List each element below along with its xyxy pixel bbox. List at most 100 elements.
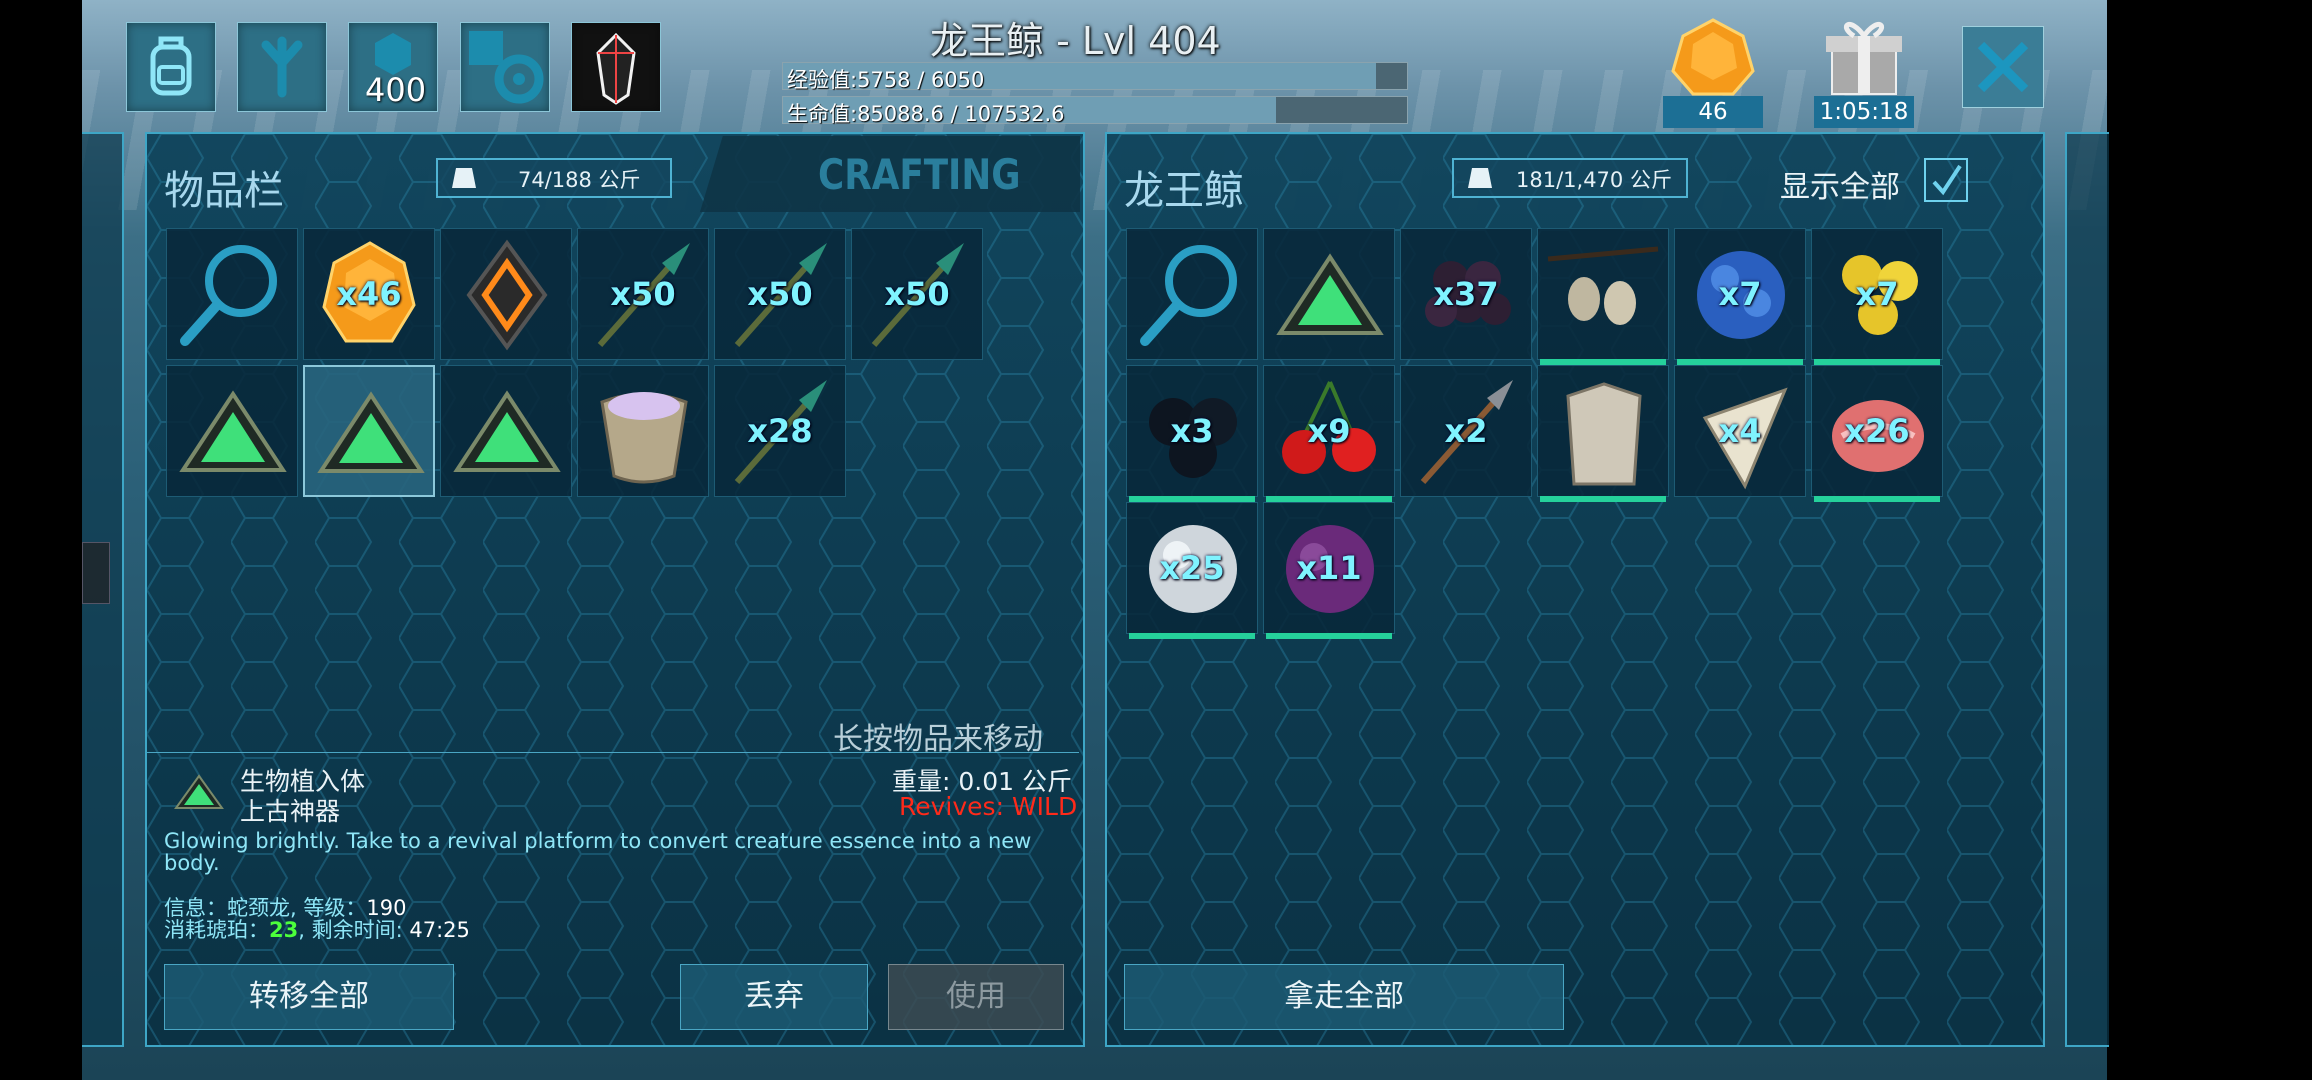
inventory-slot[interactable] — [303, 365, 435, 497]
inventory-slot[interactable]: x25 — [1126, 502, 1258, 639]
cost-prefix: 消耗琥珀： — [164, 918, 269, 942]
inventory-slot[interactable]: x46 — [303, 228, 435, 360]
xp-bar: 经验值:5758 / 6050 — [782, 62, 1408, 92]
backpack-icon — [150, 36, 192, 96]
inventory-slot[interactable]: x4 — [1674, 365, 1806, 497]
durability-bar — [1814, 496, 1940, 502]
slot-quantity: x2 — [1444, 412, 1488, 450]
inventory-weight-value: 74/188 公斤 — [518, 168, 641, 192]
inventory-slot[interactable] — [1126, 228, 1258, 360]
item-description: Glowing brightly. Take to a revival plat… — [164, 829, 1032, 875]
slot-quantity: x50 — [610, 275, 676, 313]
settings-gear-icon — [469, 31, 544, 104]
item-revives: Revives: WILD — [899, 792, 1078, 821]
tek-crystal-icon — [596, 32, 636, 105]
cryopod-implant-icon — [453, 390, 561, 472]
tribe-button[interactable] — [237, 22, 327, 112]
durability-bar — [1129, 633, 1255, 639]
cloth-shirt-icon — [1566, 382, 1642, 486]
inventory-slot[interactable] — [1537, 228, 1669, 365]
checkmark-icon — [1932, 164, 1962, 196]
slot-quantity: x3 — [1170, 412, 1214, 450]
engram-points-badge: 400 — [365, 71, 427, 109]
search-icon — [1140, 245, 1237, 346]
drop-button[interactable]: 丢弃 — [680, 964, 868, 1030]
gift-box-icon — [1826, 22, 1902, 95]
health-label: 生命值:85088.6 / 107532.6 — [787, 102, 1065, 126]
inventory-slot[interactable]: x26 — [1811, 365, 1943, 502]
inventory-slot[interactable] — [440, 365, 572, 497]
right-edge-panel — [2065, 132, 2109, 1047]
gift-timer[interactable]: 1:05:18 — [1814, 16, 1914, 128]
slot-quantity: x4 — [1718, 412, 1762, 450]
inventory-slot[interactable]: x7 — [1811, 228, 1943, 365]
creature-weight-value: 181/1,470 公斤 — [1516, 168, 1672, 192]
inventory-slot[interactable] — [577, 365, 709, 497]
footprint-icon — [261, 36, 303, 98]
cryopod-implant-icon — [1276, 253, 1384, 335]
inventory-slot[interactable] — [1537, 365, 1669, 502]
inventory-slot[interactable]: x28 — [714, 365, 846, 497]
implant-amulet-icon — [466, 239, 548, 351]
amber-count: 46 — [1663, 96, 1763, 128]
inventory-slot[interactable]: x11 — [1263, 502, 1395, 639]
transfer-all-button[interactable]: 转移全部 — [164, 964, 454, 1030]
inventory-weight: 74/188 公斤 — [436, 158, 672, 198]
left-edge-tab — [82, 542, 110, 604]
cost-time: 47:25 — [409, 918, 470, 942]
inventory-slot[interactable]: x2 — [1400, 365, 1532, 497]
slot-quantity: x46 — [336, 275, 402, 313]
creature-title: 龙王鲸 - Lvl 404 — [930, 19, 1221, 63]
tab-crafting-label: CRAFTING — [818, 150, 1021, 199]
inventory-slot[interactable] — [166, 365, 298, 497]
inventory-slot[interactable] — [166, 228, 298, 360]
cost-value: 23 — [269, 918, 299, 942]
item-cost-line: 消耗琥珀：23, 剩余时间: 47:25 — [164, 914, 470, 944]
show-all-checkbox[interactable] — [1924, 158, 1968, 202]
tab-crafting[interactable]: CRAFTING — [700, 136, 1080, 212]
weight-icon — [1468, 168, 1492, 188]
slot-quantity: x28 — [747, 412, 813, 450]
info-divider — [147, 752, 1079, 753]
creature-inventory-title: 龙王鲸 — [1124, 168, 1244, 214]
slot-quantity: x7 — [1855, 275, 1899, 313]
amber-counter[interactable]: 46 — [1663, 16, 1763, 128]
inventory-slot[interactable]: x37 — [1400, 228, 1532, 360]
close-icon — [1977, 41, 2029, 93]
slot-quantity: x25 — [1159, 549, 1225, 587]
close-button[interactable] — [1962, 26, 2044, 108]
slot-quantity: x50 — [747, 275, 813, 313]
cryopod-implant-icon — [317, 391, 425, 473]
creature-weight: 181/1,470 公斤 — [1452, 158, 1688, 198]
inventory-title: 物品栏 — [164, 168, 284, 214]
inventory-slot[interactable]: x50 — [851, 228, 983, 360]
take-all-button[interactable]: 拿走全部 — [1124, 964, 1564, 1030]
slot-quantity: x37 — [1433, 275, 1499, 313]
seed-branch-icon — [1547, 246, 1659, 325]
slot-quantity: x9 — [1307, 412, 1351, 450]
inventory-slot[interactable] — [440, 228, 572, 360]
use-button[interactable]: 使用 — [888, 964, 1064, 1030]
tek-button[interactable] — [571, 22, 661, 112]
inventory-slot[interactable]: x50 — [577, 228, 709, 360]
backpack-button[interactable] — [126, 22, 216, 112]
cryopod-implant-icon — [179, 390, 287, 472]
item-category: 上古神器 — [240, 797, 341, 826]
inventory-slot[interactable] — [1263, 228, 1395, 360]
inventory-slot[interactable]: x7 — [1674, 228, 1806, 365]
inventory-slot[interactable]: x9 — [1263, 365, 1395, 502]
gift-timer-value: 1:05:18 — [1814, 96, 1914, 128]
slot-quantity: x50 — [884, 275, 950, 313]
search-icon — [180, 245, 277, 346]
options-button[interactable] — [460, 22, 550, 112]
inventory-slot[interactable]: x50 — [714, 228, 846, 360]
inventory-slot[interactable]: x3 — [1126, 365, 1258, 502]
mortar-bowl-icon — [600, 392, 688, 484]
health-bar: 生命值:85088.6 / 107532.6 — [782, 96, 1408, 126]
weight-icon — [452, 168, 476, 188]
selected-item-icon — [174, 774, 224, 809]
engram-button[interactable]: 400 — [348, 22, 438, 112]
slot-quantity: x11 — [1296, 549, 1362, 587]
amber-icon — [1671, 18, 1755, 96]
xp-label: 经验值:5758 / 6050 — [787, 68, 985, 92]
